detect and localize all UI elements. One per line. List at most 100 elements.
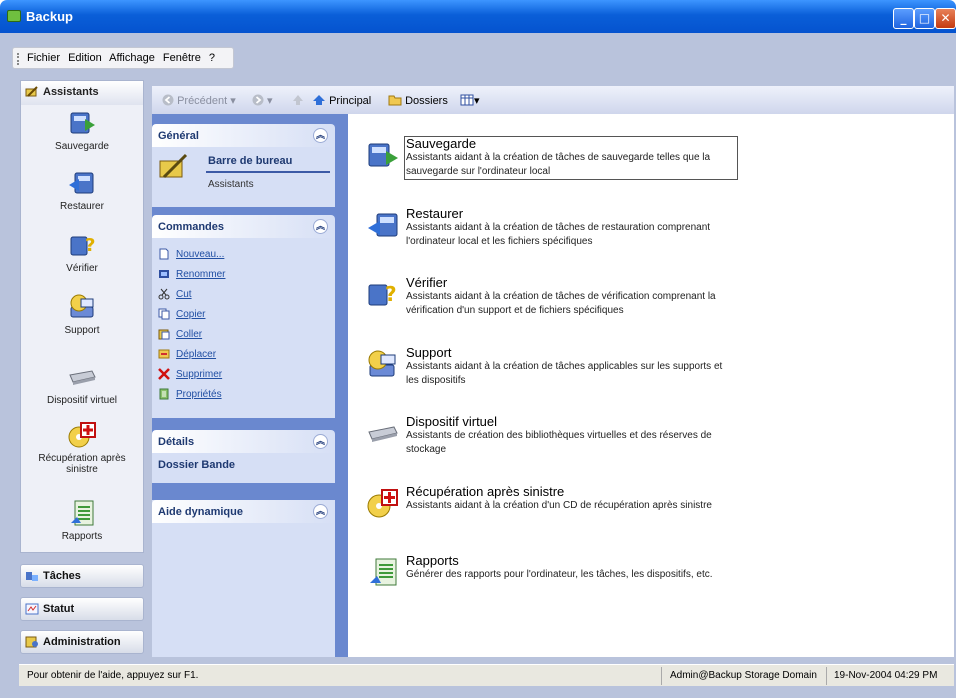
group-details-header[interactable]: Détails ︽ [152,430,335,453]
folders-button[interactable]: Dossiers [388,94,448,107]
window-title: Backup [26,9,73,24]
assistants-header[interactable]: Assistants [21,81,143,105]
entry-restaurer[interactable]: Restaurer Assistants aidant à la créatio… [366,206,766,247]
menu-grip[interactable] [17,53,20,65]
close-button[interactable]: ✕ [935,8,956,29]
minimize-button[interactable]: _ [893,8,914,29]
assistant-sauvegarde[interactable]: Sauvegarde [21,109,143,152]
tasks-icon [26,572,38,581]
group-general-body: Barre de bureau Assistants [152,147,335,207]
folders-label: Dossiers [405,95,448,107]
group-details: Détails ︽ Dossier Bande [152,430,335,483]
view-button[interactable]: ▾ [460,94,480,107]
collapse-icon[interactable]: ︽ [313,219,328,234]
nav-administration-label: Administration [43,636,121,648]
new-document-icon [159,248,169,260]
menu-edition[interactable]: Edition [68,52,102,64]
nav-taches-label: Tâches [43,570,81,582]
home-arrow-icon [313,95,325,105]
collapse-icon[interactable]: ︽ [313,434,328,449]
entry-rapports[interactable]: Rapports Générer des rapports pour l'ord… [366,553,766,593]
folder-icon [388,95,402,106]
desktop-bar-sub: Assistants [208,179,254,190]
assistant-dispositif-virtuel[interactable]: Dispositif virtuel [21,363,143,406]
desktop-bar-link[interactable]: Barre de bureau [208,155,292,167]
cmd-renommer[interactable]: Renommer [158,264,335,284]
support-icon [70,294,94,318]
cmd-cut[interactable]: Cut [158,284,335,304]
nav-statut[interactable]: Statut [20,597,144,621]
scissors-icon [158,288,170,300]
forward-arrow-icon [252,94,264,106]
menu-help[interactable]: ? [209,52,215,64]
cmd-supprimer[interactable]: Supprimer [158,364,335,384]
entry-recuperation[interactable]: Récupération après sinistre Assistants a… [366,484,766,524]
copy-icon [158,308,170,320]
nav-taches[interactable]: Tâches [20,564,144,588]
virtual-device-icon [368,426,398,442]
entry-sauvegarde[interactable]: Sauvegarde Assistants aidant à la créati… [366,136,766,180]
assistants-panel: Assistants Sauvegarde Restaurer ? Vérifi… [20,80,144,553]
cmd-cut-label: Cut [176,288,192,300]
delete-icon [158,368,170,380]
entry-rapports-title: Rapports [406,553,459,568]
assistant-verifier[interactable]: ? Vérifier [21,231,143,274]
up-button[interactable] [292,94,304,107]
disaster-recovery-icon [68,422,96,448]
assistant-recuperation-label: Récupération après sinistre [38,453,126,475]
paste-icon [158,329,170,340]
group-commandes-title: Commandes [158,221,225,233]
group-aide-title: Aide dynamique [158,506,243,518]
entry-dispositif-virtuel[interactable]: Dispositif virtuel Assistants de créatio… [366,414,766,455]
rename-icon [159,270,169,278]
reports-icon [71,500,94,526]
group-general: Général ︽ Barre de bureau Assistants [152,124,335,207]
assistant-support-label: Support [64,325,100,336]
group-commandes-header[interactable]: Commandes ︽ [152,215,335,238]
restore-icon [69,172,94,194]
assistant-verifier-label: Vérifier [66,263,98,274]
entry-verifier[interactable]: ? Vérifier Assistants aidant à la créati… [366,275,766,316]
view-grid-icon [460,94,474,106]
assistant-restaurer[interactable]: Restaurer [21,169,143,212]
assistant-recuperation[interactable]: Récupération après sinistre [21,421,143,475]
status-separator [826,667,827,685]
cmd-coller[interactable]: Coller [158,324,335,344]
cmd-copier[interactable]: Copier [158,304,335,324]
cmd-deplacer[interactable]: Déplacer [158,344,335,364]
desktop-bar-icon [159,153,188,179]
assistant-support[interactable]: Support [21,293,143,336]
virtual-device-icon [69,370,96,385]
cmd-proprietes[interactable]: Propriétés [158,384,335,404]
nav-administration[interactable]: Administration [20,630,144,654]
group-aide-header[interactable]: Aide dynamique ︽ [152,500,335,523]
menu-fenetre[interactable]: Fenêtre [163,52,201,64]
back-button[interactable]: Précédent ▾ [162,94,236,107]
assistant-rapports[interactable]: Rapports [21,499,143,542]
back-label: Précédent [177,95,228,107]
svg-text:?: ? [85,235,95,256]
group-details-body: Dossier Bande [152,453,335,483]
group-general-header[interactable]: Général ︽ [152,124,335,147]
menu-fichier[interactable]: Fichier [27,52,60,64]
maximize-button[interactable]: □ [914,8,935,29]
restore-icon [368,213,398,237]
entry-support[interactable]: Support Assistants aidant à la création … [366,345,766,386]
menu-affichage[interactable]: Affichage [109,52,155,64]
group-commandes-body: Nouveau... Renommer Cut Copier Coller Dé… [152,238,335,418]
home-label: Principal [329,95,372,107]
collapse-icon[interactable]: ︽ [313,504,328,519]
collapse-icon[interactable]: ︽ [313,128,328,143]
home-button[interactable]: Principal [312,94,371,107]
wand-icon [25,86,38,97]
backup-icon [368,143,398,167]
menu-bar: Fichier Edition Affichage Fenêtre ? [12,47,234,69]
entry-support-desc: Assistants aidant à la création de tâche… [406,361,723,386]
cmd-deplacer-label: Déplacer [176,348,217,360]
nav-statut-label: Statut [43,603,75,615]
status-icon [25,603,39,615]
assistant-rapports-label: Rapports [61,531,103,542]
forward-button[interactable]: ▾ [252,94,273,107]
backup-icon [70,112,95,134]
cmd-nouveau[interactable]: Nouveau... [158,244,335,264]
